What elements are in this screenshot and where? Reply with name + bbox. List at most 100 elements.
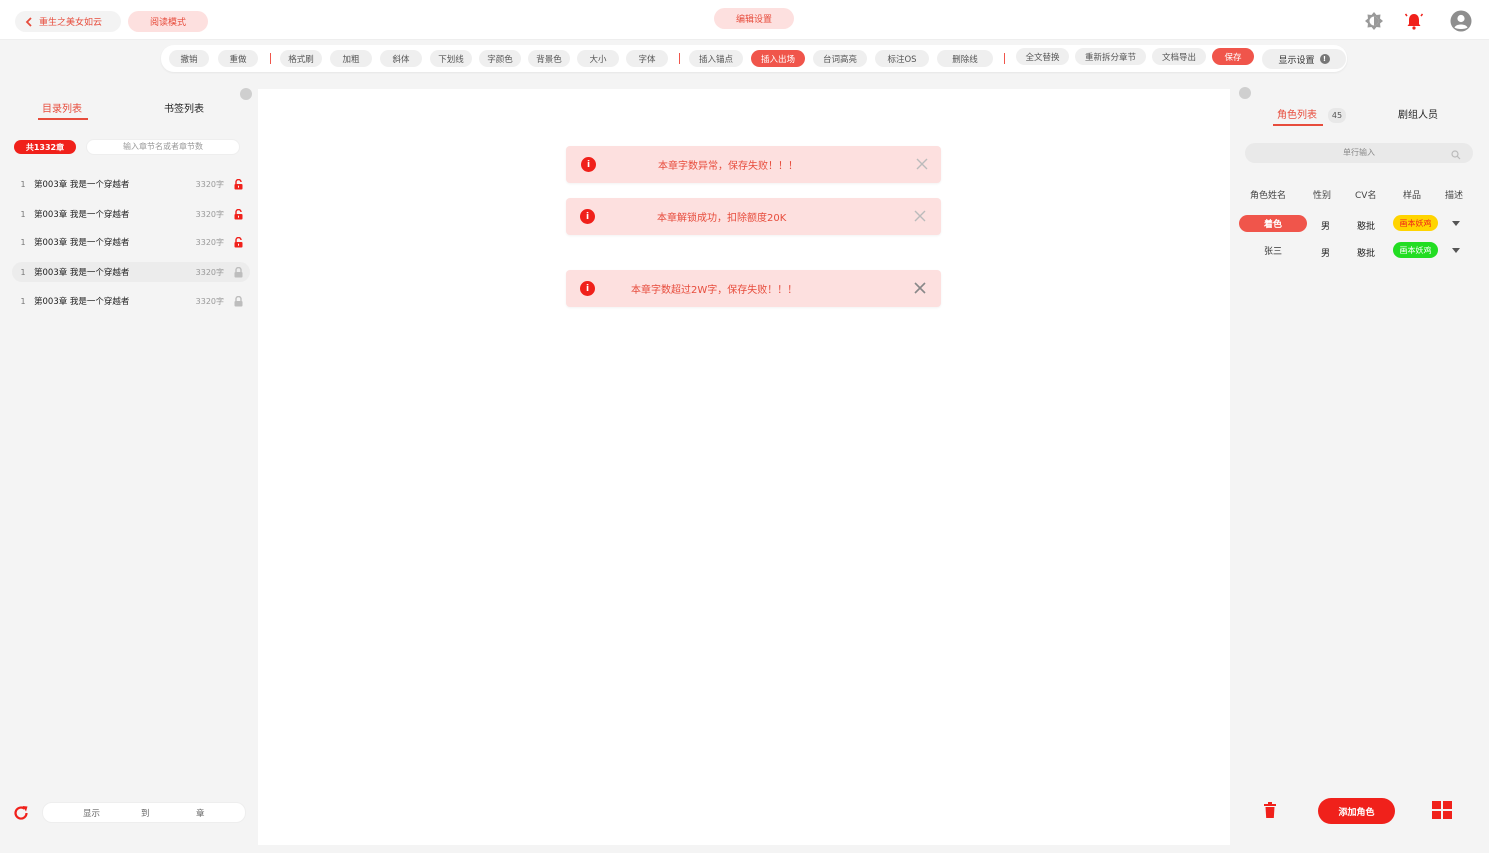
- info-icon: !: [1319, 54, 1330, 64]
- unlock-icon[interactable]: [230, 208, 246, 220]
- trash-icon[interactable]: [1261, 801, 1279, 819]
- role-name-tag[interactable]: 着色: [1239, 215, 1307, 232]
- pager-chapter-label: 章: [196, 809, 205, 819]
- insert-appearance-button[interactable]: 插入出场: [751, 50, 805, 67]
- panel-collapse-handle[interactable]: [1239, 87, 1251, 99]
- role-search-input[interactable]: 单行输入: [1245, 143, 1473, 163]
- chapter-title: 第003章 我是一个穿越者: [34, 297, 130, 307]
- add-role-button[interactable]: 添加角色: [1318, 798, 1395, 824]
- underline-button[interactable]: 下划线: [430, 50, 472, 67]
- success-toast: i 本章解锁成功，扣除额度20K: [566, 198, 941, 235]
- chapter-index: 1: [20, 267, 26, 277]
- role-cv-name: 憨批: [1357, 249, 1376, 259]
- sample-tag[interactable]: 画本妖鸡: [1393, 242, 1438, 258]
- chapter-item[interactable]: 1 第003章 我是一个穿越者 3320字: [12, 204, 250, 224]
- read-mode-button[interactable]: 阅读模式: [128, 11, 208, 32]
- dialogue-highlight-button[interactable]: 台词高亮: [813, 50, 867, 67]
- active-tab-indicator: [38, 118, 88, 120]
- search-icon: [1451, 148, 1461, 160]
- unlock-icon[interactable]: [230, 178, 246, 190]
- chevron-down-icon[interactable]: [1452, 221, 1460, 226]
- font-family-button[interactable]: 字体: [626, 50, 668, 67]
- edit-settings-button[interactable]: 编辑设置: [714, 8, 794, 29]
- role-name-tag[interactable]: 张三: [1239, 242, 1307, 259]
- sample-tag[interactable]: 画本妖鸡: [1393, 215, 1438, 231]
- undo-button[interactable]: 撤销: [169, 50, 209, 67]
- brightness-icon[interactable]: [1363, 10, 1385, 32]
- display-settings-label: 显示设置: [1278, 55, 1315, 66]
- chapter-word-count: 3320字: [195, 267, 224, 277]
- chapter-item[interactable]: 1 第003章 我是一个穿越者 3320字: [12, 232, 250, 252]
- info-icon: i: [581, 157, 596, 172]
- info-icon: i: [580, 281, 595, 296]
- close-icon[interactable]: [913, 209, 927, 223]
- column-gender: 性别: [1313, 191, 1332, 201]
- font-size-button[interactable]: 大小: [577, 50, 619, 67]
- strikethrough-button[interactable]: 删除线: [937, 50, 993, 67]
- display-settings-button[interactable]: 显示设置 !: [1262, 49, 1346, 69]
- mark-os-button[interactable]: 标注OS: [875, 50, 929, 67]
- chapter-item[interactable]: 1 第003章 我是一个穿越者 3320字: [12, 174, 250, 194]
- column-role-name: 角色姓名: [1250, 191, 1287, 201]
- back-button[interactable]: 重生之美女如云: [15, 11, 121, 32]
- export-document-button[interactable]: 文档导出: [1152, 48, 1206, 65]
- chapter-panel: [0, 80, 258, 853]
- toast-message: 本章字数超过2W字，保存失败！！！: [631, 285, 798, 296]
- chapter-item[interactable]: 1 第003章 我是一个穿越者 3320字: [12, 291, 250, 311]
- close-icon[interactable]: [915, 157, 929, 171]
- info-icon: i: [580, 209, 595, 224]
- format-painter-button[interactable]: 格式刷: [280, 50, 322, 67]
- chapter-word-count: 3320字: [195, 237, 224, 247]
- tab-crew-list[interactable]: 剧组人员: [1398, 106, 1438, 121]
- insert-anchor-button[interactable]: 插入锚点: [689, 50, 743, 67]
- bell-alarm-icon[interactable]: [1403, 10, 1425, 32]
- tab-role-list[interactable]: 角色列表: [1277, 106, 1317, 121]
- chapter-search-input[interactable]: 输入章节名或者章节数: [86, 139, 240, 155]
- toast-message: 本章字数异常，保存失败！！！: [658, 161, 798, 172]
- chapter-word-count: 3320字: [195, 179, 224, 189]
- unlock-icon[interactable]: [230, 236, 246, 248]
- resplit-chapters-button[interactable]: 重新拆分章节: [1075, 48, 1146, 65]
- font-color-button[interactable]: 字颜色: [479, 50, 521, 67]
- pager-show-label: 显示: [83, 809, 101, 819]
- bold-button[interactable]: 加粗: [330, 50, 372, 67]
- chapter-range-selector[interactable]: 显示 到 章: [42, 802, 246, 823]
- chapter-word-count: 3320字: [195, 209, 224, 219]
- chapter-title: 第003章 我是一个穿越者: [34, 268, 130, 278]
- toolbar-divider: [1004, 53, 1005, 64]
- redo-button[interactable]: 重做: [218, 50, 258, 67]
- error-toast: i 本章字数超过2W字，保存失败！！！: [566, 270, 941, 307]
- save-button[interactable]: 保存: [1212, 48, 1254, 65]
- chapter-title: 第003章 我是一个穿越者: [34, 238, 130, 248]
- chevron-left-icon: [25, 16, 32, 27]
- replace-all-button[interactable]: 全文替换: [1016, 48, 1069, 65]
- lock-icon[interactable]: [230, 266, 246, 278]
- tab-bookmark-list[interactable]: 书签列表: [164, 100, 204, 115]
- editor-toolbar: 撤销 重做 格式刷 加粗 斜体 下划线 字颜色 背景色 大小 字体 插入锚点 插…: [161, 45, 1347, 72]
- role-search-placeholder: 单行输入: [1343, 148, 1375, 157]
- background-color-button[interactable]: 背景色: [528, 50, 570, 67]
- close-icon[interactable]: [913, 281, 927, 295]
- chapter-word-count: 3320字: [195, 296, 224, 306]
- toolbar-divider: [270, 53, 271, 64]
- toolbar-divider: [679, 53, 680, 64]
- pager-to-label: 到: [141, 809, 150, 819]
- grid-view-icon[interactable]: [1432, 801, 1452, 819]
- tab-chapter-list[interactable]: 目录列表: [42, 100, 82, 115]
- chapter-title: 第003章 我是一个穿越者: [34, 180, 130, 190]
- error-toast: i 本章字数异常，保存失败！！！: [566, 146, 941, 183]
- refresh-icon[interactable]: [12, 804, 30, 822]
- chevron-down-icon[interactable]: [1452, 248, 1460, 253]
- italic-button[interactable]: 斜体: [380, 50, 422, 67]
- chapter-index: 1: [20, 237, 26, 247]
- user-avatar-icon[interactable]: [1450, 10, 1472, 32]
- role-gender: 男: [1321, 222, 1331, 232]
- lock-icon[interactable]: [230, 295, 246, 307]
- role-cv-name: 憨批: [1357, 222, 1376, 232]
- chapter-index: 1: [20, 209, 26, 219]
- role-count-badge: 45: [1328, 108, 1346, 123]
- panel-collapse-handle[interactable]: [240, 88, 252, 100]
- toast-message: 本章解锁成功，扣除额度20K: [657, 213, 787, 224]
- chapter-item[interactable]: 1 第003章 我是一个穿越者 3320字: [12, 262, 250, 282]
- column-description: 描述: [1445, 191, 1464, 201]
